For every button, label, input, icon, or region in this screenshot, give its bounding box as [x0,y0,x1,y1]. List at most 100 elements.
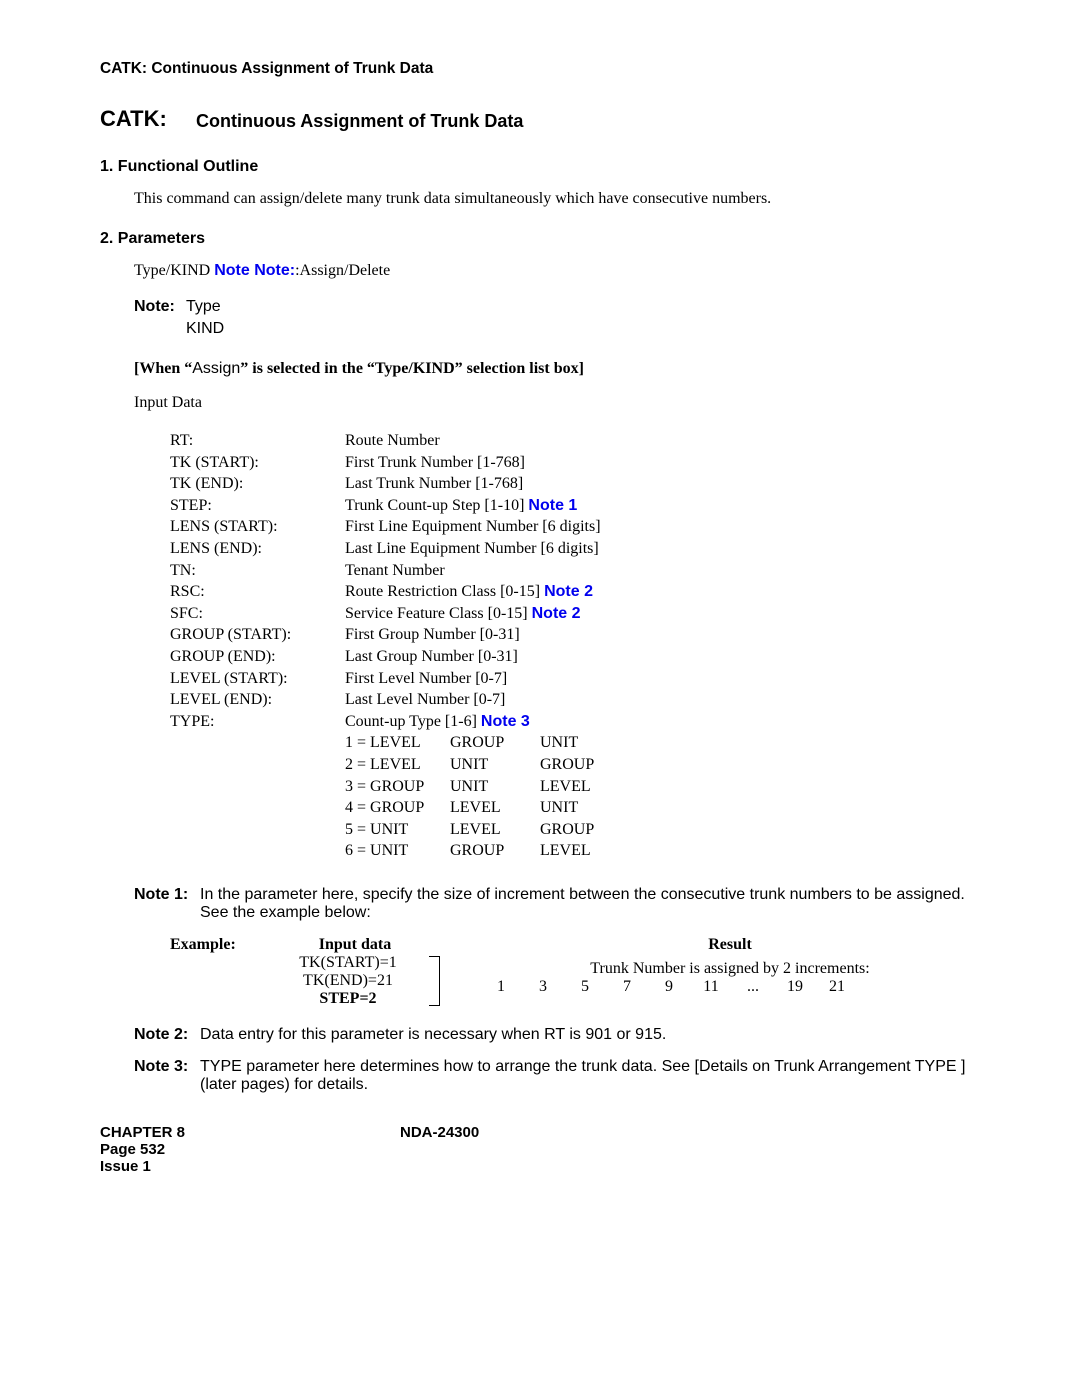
type-row: 2 = LEVELUNITGROUP [345,754,980,776]
footer-issue: Issue 1 [100,1158,400,1175]
param-row: SFC:Service Feature Class [0-15] Note 2 [170,603,980,625]
type-c2: GROUP [450,732,540,754]
section-2-head: 2. Parameters [100,230,980,248]
param-label: SFC: [170,603,345,625]
type-c1: 1 = LEVEL [345,732,450,754]
note-2-body: Data entry for this parameter is necessa… [200,1026,980,1044]
result-head: Result [480,936,980,954]
section-1-body: This command can assign/delete many trun… [134,190,980,208]
bracket-icon [429,956,440,1006]
param-label: TK (END): [170,473,345,495]
param-row: LEVEL (START):First Level Number [0-7] [170,668,980,690]
note-2-block: Note 2: Data entry for this parameter is… [134,1026,980,1044]
param-row: TYPE:Count-up Type [1-6] Note 3 [170,711,980,733]
type-c3: LEVEL [540,776,630,798]
param-row: STEP:Trunk Count-up Step [1-10] Note 1 [170,495,980,517]
param-row: RT:Route Number [170,430,980,452]
param-row: LEVEL (END):Last Level Number [0-7] [170,689,980,711]
when-line: [When “Assign” is selected in the “Type/… [134,360,980,378]
type-kind-link[interactable]: Note Note: [214,262,295,279]
param-desc: Last Level Number [0-7] [345,689,980,711]
example-label: Example: [170,936,270,954]
example-input-head: Input data [270,936,440,954]
example-line: TK(START)=1 [270,954,426,972]
type-c1: 3 = GROUP [345,776,450,798]
param-label: LEVEL (END): [170,689,345,711]
when-post: ” is selected in the “Type/KIND” selecti… [240,360,584,377]
param-label: LENS (END): [170,538,345,560]
type-kind-line: Type/KIND Note Note::Assign/Delete [134,262,980,280]
result-desc: Trunk Number is assigned by 2 increments… [480,960,980,978]
example-block: Example: Input data TK(START)=1 TK(END)=… [170,936,980,1008]
param-desc: Last Group Number [0-31] [345,646,980,668]
note-1-block: Note 1: In the parameter here, specify t… [134,886,980,922]
result-nums: 1 3 5 7 9 11 ... 19 21 [480,978,980,996]
note-kind-row: KIND [134,320,980,338]
param-row: GROUP (START):First Group Number [0-31] [170,624,980,646]
note-2-label: Note 2: [134,1026,200,1044]
type-c2: LEVEL [450,819,540,841]
type-c2: GROUP [450,840,540,862]
example-line: STEP=2 [270,990,426,1008]
param-desc: Trunk Count-up Step [1-10] Note 1 [345,495,980,517]
param-desc: First Line Equipment Number [6 digits] [345,516,980,538]
note-label: Note: [134,298,186,316]
param-label: TK (START): [170,452,345,474]
type-c3: GROUP [540,819,630,841]
param-label: RSC: [170,581,345,603]
type-row: 5 = UNITLEVELGROUP [345,819,980,841]
type-c1: 2 = LEVEL [345,754,450,776]
type-row: 6 = UNITGROUPLEVEL [345,840,980,862]
param-row: LENS (START):First Line Equipment Number… [170,516,980,538]
param-desc: First Trunk Number [1-768] [345,452,980,474]
input-data-label: Input Data [134,394,980,412]
section-1-head: 1. Functional Outline [100,158,980,176]
page-footer: CHAPTER 8 Page 532 Issue 1 NDA-24300 [100,1124,980,1175]
param-desc: First Level Number [0-7] [345,668,980,690]
footer-chapter: CHAPTER 8 [100,1124,400,1141]
param-row: TN:Tenant Number [170,560,980,582]
type-c1: 4 = GROUP [345,797,450,819]
type-c2: UNIT [450,754,540,776]
title-rest: Continuous Assignment of Trunk Data [196,111,523,131]
param-row: LENS (END):Last Line Equipment Number [6… [170,538,980,560]
param-row: TK (END):Last Trunk Number [1-768] [170,473,980,495]
param-label: LENS (START): [170,516,345,538]
type-row: 3 = GROUPUNITLEVEL [345,776,980,798]
param-desc: First Group Number [0-31] [345,624,980,646]
title-catk: CATK: [100,106,192,132]
note-3-body: TYPE parameter here determines how to ar… [200,1058,980,1094]
note-2-link[interactable]: Note 2 [532,605,581,622]
footer-center: NDA-24300 [400,1124,980,1175]
param-desc: Last Line Equipment Number [6 digits] [345,538,980,560]
note-body-2: KIND [186,320,980,338]
param-desc: Route Restriction Class [0-15] Note 2 [345,581,980,603]
param-desc: Route Number [345,430,980,452]
type-c3: UNIT [540,732,630,754]
param-label: LEVEL (START): [170,668,345,690]
note-3-block: Note 3: TYPE parameter here determines h… [134,1058,980,1094]
note-1-link[interactable]: Note 1 [528,497,577,514]
note-type-row: Note: Type [134,298,980,316]
param-row: RSC:Route Restriction Class [0-15] Note … [170,581,980,603]
example-line: TK(END)=21 [270,972,426,990]
param-label: TYPE: [170,711,345,733]
page-title: CATK: Continuous Assignment of Trunk Dat… [100,106,980,132]
type-row: 1 = LEVELGROUPUNIT [345,732,980,754]
param-desc: Service Feature Class [0-15] Note 2 [345,603,980,625]
note-3-label: Note 3: [134,1058,200,1094]
param-table: RT:Route Number TK (START):First Trunk N… [170,430,980,862]
type-c3: LEVEL [540,840,630,862]
note-1-label: Note 1: [134,886,200,922]
note-2-link[interactable]: Note 2 [544,583,593,600]
note-3-link[interactable]: Note 3 [481,713,530,730]
param-label: TN: [170,560,345,582]
when-assign: Assign [192,360,240,377]
note-label-empty [134,320,186,338]
example-input: Input data TK(START)=1 TK(END)=21 STEP=2 [270,936,440,1008]
when-pre: [When “ [134,360,192,377]
param-label: GROUP (START): [170,624,345,646]
type-c1: 6 = UNIT [345,840,450,862]
param-row: GROUP (END):Last Group Number [0-31] [170,646,980,668]
param-label: STEP: [170,495,345,517]
